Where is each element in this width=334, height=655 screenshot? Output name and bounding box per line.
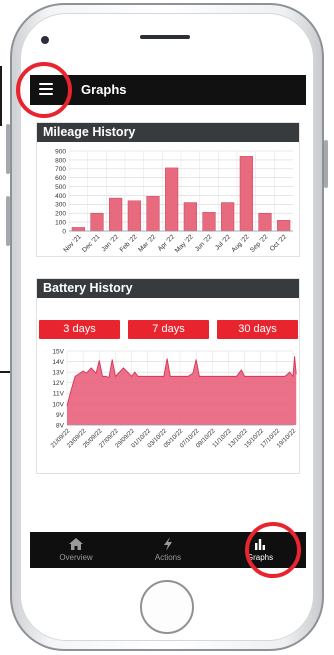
battery-y-tick: 13V — [52, 370, 64, 377]
tab-overview-label: Overview — [59, 553, 93, 562]
battery-y-tick: 10V — [52, 401, 64, 408]
camera-icon — [41, 36, 49, 44]
range-7-days-button[interactable]: 7 days — [128, 320, 209, 339]
mileage-bar — [239, 156, 253, 232]
lightning-icon — [164, 537, 172, 551]
mileage-y-tick: 600 — [55, 175, 66, 182]
mileage-title: Mileage History — [37, 123, 299, 142]
app-screen: Graphs Mileage History 0 100 200 300 400 500 6… — [30, 75, 306, 568]
mileage-y-tick: 0 — [62, 228, 66, 235]
speaker-grille — [140, 35, 190, 39]
mileage-bar — [202, 212, 216, 232]
battery-y-tick: 9V — [56, 412, 65, 419]
home-icon — [69, 538, 83, 550]
mileage-x-tick: Feb '22 — [119, 233, 139, 253]
battery-y-tick: 12V — [52, 380, 64, 387]
battery-area — [67, 356, 297, 425]
mileage-x-tick: Jan '22 — [100, 233, 120, 253]
mileage-y-tick: 900 — [55, 148, 66, 155]
mileage-bar — [258, 212, 272, 232]
tab-actions[interactable]: Actions — [122, 532, 214, 568]
home-button[interactable] — [140, 580, 194, 634]
callout-line-menu — [0, 66, 2, 126]
mileage-x-tick: Nov '21 — [62, 233, 83, 254]
mileage-bar — [71, 227, 85, 232]
mileage-x-tick: Dec '21 — [81, 233, 102, 254]
mileage-bar — [127, 200, 141, 232]
mileage-x-tick: May '22 — [174, 233, 195, 254]
power-button — [324, 140, 328, 188]
battery-y-tick: 11V — [53, 391, 65, 398]
mileage-bar — [90, 212, 104, 232]
device-mockup: Graphs Mileage History 0 100 200 300 400 500 6… — [0, 0, 334, 655]
battery-y-tick: 14V — [52, 359, 64, 366]
mileage-bar — [165, 167, 179, 232]
mileage-card: Mileage History 0 100 200 300 400 500 600 700 80… — [36, 122, 300, 257]
mileage-x-tick: Jun '22 — [194, 233, 214, 253]
battery-y-tick: 15V — [52, 348, 64, 355]
menu-highlight-ring — [16, 62, 72, 118]
mileage-y-tick: 200 — [55, 211, 66, 218]
range-30-days-button[interactable]: 30 days — [217, 320, 298, 339]
battery-y-tick: 8V — [56, 422, 65, 429]
mileage-y-tick: 400 — [55, 193, 66, 200]
mileage-bar — [183, 202, 197, 232]
tab-overview[interactable]: Overview — [30, 532, 122, 568]
mileage-bar — [221, 202, 235, 232]
mileage-x-tick: Oct '22 — [269, 233, 289, 253]
mileage-y-tick: 300 — [55, 202, 66, 209]
graphs-highlight-ring — [245, 522, 301, 578]
mileage-bar — [146, 196, 160, 232]
mileage-y-tick: 700 — [55, 166, 66, 173]
battery-card: Battery History 3 days 7 days 30 days 8V… — [36, 278, 300, 474]
tab-actions-label: Actions — [154, 553, 182, 562]
volume-up-button — [6, 124, 10, 174]
battery-title: Battery History — [37, 279, 299, 298]
volume-down-button — [6, 196, 10, 246]
mileage-bar — [109, 197, 123, 232]
mileage-y-tick: 100 — [55, 220, 66, 227]
mileage-chart: 0100 200 300 400 500 600 700 800 900 Nov '21Dec '… — [55, 148, 293, 254]
mileage-x-tick: Sep '22 — [249, 233, 270, 254]
battery-chart: 8V9V10V11V12V13V14V15V21/09/2223/09/2225… — [49, 348, 297, 449]
mileage-bar — [277, 220, 291, 232]
range-3-days-button[interactable]: 3 days — [39, 320, 120, 339]
mileage-y-tick: 800 — [55, 157, 66, 164]
mileage-x-tick: Mar '22 — [137, 233, 157, 253]
mileage-x-tick: Aug '22 — [230, 233, 251, 254]
mileage-y-tick: 500 — [55, 184, 66, 191]
page-title: Graphs — [81, 82, 127, 97]
